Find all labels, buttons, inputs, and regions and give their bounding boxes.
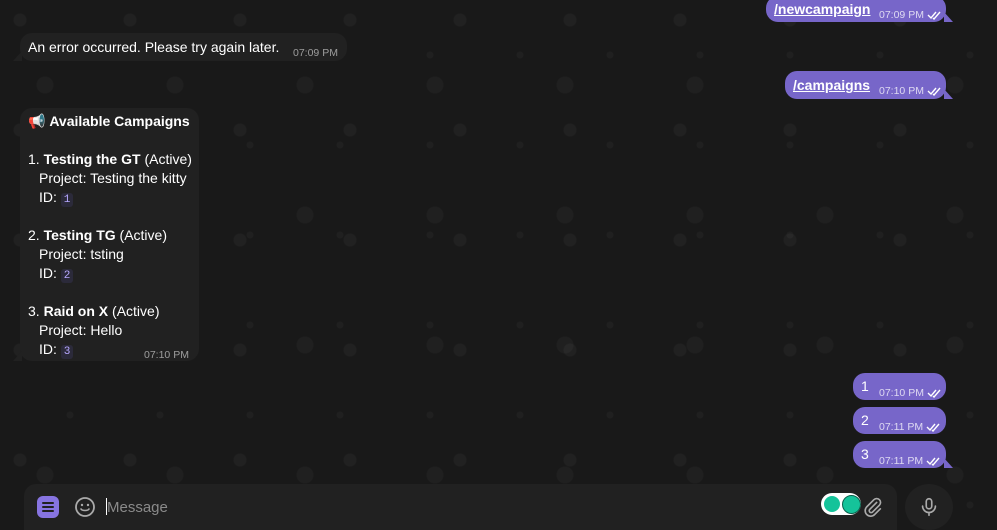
message-time: 07:11 PM: [879, 421, 924, 433]
message-time: 07:09 PM: [293, 47, 338, 59]
outgoing-message-reply[interactable]: 3 07:11 PM: [853, 441, 953, 468]
message-text: 3: [861, 446, 869, 462]
incoming-message-error[interactable]: An error occurred. Please try again late…: [13, 33, 347, 61]
message-text: An error occurred. Please try again late…: [28, 39, 280, 55]
grammarly-icon[interactable]: [821, 493, 861, 515]
command-link[interactable]: /campaigns: [793, 76, 870, 95]
campaign-project: Project: tsting: [39, 246, 124, 262]
menu-icon[interactable]: [37, 496, 59, 518]
incoming-message-campaign-list[interactable]: 📢 Available Campaigns 1. Testing the GT …: [13, 108, 199, 361]
megaphone-icon: 📢: [28, 113, 46, 129]
message-time: 07:10 PM: [144, 349, 189, 361]
message-text: 1: [861, 378, 869, 394]
double-check-icon: [927, 11, 941, 20]
campaign-id-code[interactable]: 2: [60, 269, 74, 283]
message-input[interactable]: Message: [106, 498, 806, 518]
campaign-entry: 2. Testing TG (Active): [28, 227, 167, 243]
message-time: 07:11 PM: [879, 455, 924, 467]
campaign-id-code[interactable]: 1: [60, 193, 74, 207]
campaign-id: ID: 1: [28, 188, 192, 207]
attach-icon[interactable]: [862, 496, 884, 523]
message-time: 07:10 PM: [879, 387, 924, 399]
message-time: 07:10 PM: [879, 85, 924, 97]
campaign-id-code[interactable]: 3: [60, 345, 74, 359]
command-link[interactable]: /newcampaign: [774, 0, 870, 19]
double-check-icon: [927, 87, 941, 96]
message-text: 2: [861, 412, 869, 428]
microphone-button[interactable]: [905, 484, 953, 530]
double-check-icon: [926, 457, 940, 466]
double-check-icon: [927, 389, 941, 398]
campaign-entry: 3. Raid on X (Active): [28, 303, 160, 319]
double-check-icon: [926, 423, 940, 432]
outgoing-message-reply[interactable]: 2 07:11 PM: [853, 407, 946, 434]
campaign-id: ID: 2: [28, 264, 192, 283]
message-time: 07:09 PM: [879, 9, 924, 21]
outgoing-message-newcampaign[interactable]: /newcampaign 07:09 PM: [766, 0, 953, 22]
campaign-project: Project: Hello: [39, 322, 123, 338]
campaign-entry: 1. Testing the GT (Active): [28, 151, 192, 167]
message-placeholder: Message: [107, 499, 168, 516]
emoji-icon[interactable]: [73, 495, 97, 524]
microphone-icon: [921, 497, 937, 517]
campaign-project: Project: Testing the kitty: [39, 170, 187, 186]
campaign-list-title: 📢 Available Campaigns: [28, 113, 190, 129]
outgoing-message-campaigns[interactable]: /campaigns 07:10 PM: [785, 71, 953, 99]
message-composer: Message: [24, 484, 897, 530]
outgoing-message-reply[interactable]: 1 07:10 PM: [853, 373, 946, 400]
